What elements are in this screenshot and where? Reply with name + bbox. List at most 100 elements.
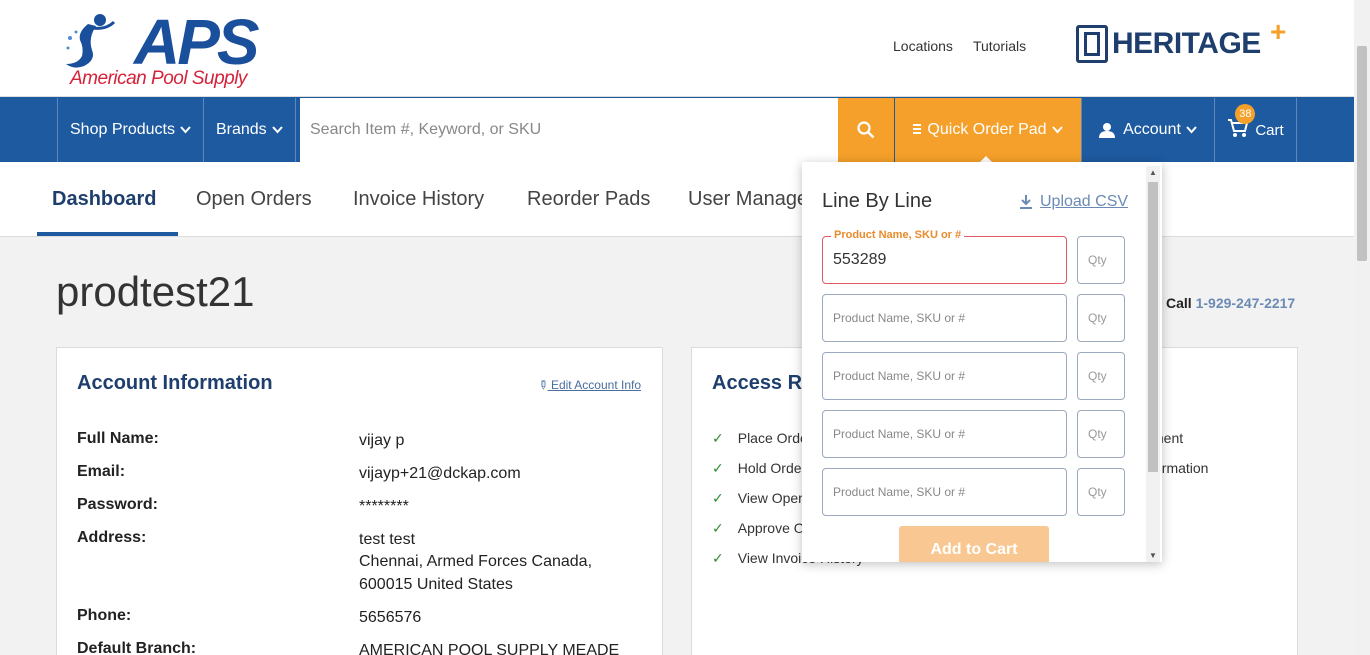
scroll-up-icon[interactable]: ▲ — [1149, 168, 1157, 177]
aps-logo-text: APS — [134, 6, 260, 78]
quick-order-pad-label: Quick Order Pad — [927, 121, 1047, 138]
main-nav: Shop Products Brands Quick Order Pad Acc… — [0, 97, 1354, 163]
info-value: vijayp+21@dckap.com — [359, 465, 521, 482]
search-button[interactable] — [838, 98, 894, 162]
tab-reorder-pads[interactable]: Reorder Pads — [527, 162, 650, 237]
chevron-down-icon — [1186, 126, 1197, 134]
info-value: test test — [359, 531, 416, 548]
chevron-down-icon — [1051, 126, 1063, 134]
page-scroll-thumb[interactable] — [1357, 46, 1367, 261]
user-icon — [1099, 123, 1116, 138]
quick-order-pad-button[interactable]: Quick Order Pad — [895, 98, 1081, 162]
check-icon: ✓ — [712, 550, 724, 566]
access-item: ✓ Place Orde — [712, 430, 808, 447]
qty-field — [1077, 294, 1125, 342]
sku-input[interactable] — [823, 237, 1066, 283]
sku-field — [822, 468, 1067, 516]
page-title: prodtest21 — [56, 268, 255, 315]
page-scrollbar[interactable] — [1354, 0, 1370, 655]
access-item-label: Approve O — [737, 520, 805, 536]
check-icon: ✓ — [712, 490, 724, 506]
info-value: AMERICAN POOL SUPPLY MEADE — [359, 642, 620, 655]
upload-csv-link[interactable]: Upload CSV — [1020, 193, 1128, 211]
sku-field-label: Product Name, SKU or # — [831, 229, 965, 241]
access-item: ✓ Hold Orde — [712, 460, 802, 477]
heritage-mark-icon — [1076, 25, 1108, 63]
sku-input[interactable] — [823, 295, 1066, 341]
qty-field — [1077, 236, 1125, 284]
info-value: vijay p — [359, 432, 405, 449]
scroll-thumb[interactable] — [1148, 182, 1158, 472]
account-menu[interactable]: Account — [1081, 98, 1214, 162]
access-item: ✓ Approve O — [712, 520, 805, 537]
check-icon: ✓ — [712, 520, 724, 536]
aps-logo[interactable]: APS American Pool Supply — [62, 8, 262, 93]
info-label: Full Name: — [77, 430, 159, 447]
info-label: Password: — [77, 496, 158, 513]
call-line: Call 1-929-247-2217 — [1166, 295, 1295, 311]
locations-link[interactable]: Locations — [893, 38, 953, 54]
search-input[interactable] — [300, 98, 838, 162]
qty-input[interactable] — [1078, 295, 1124, 341]
aps-logo-tagline: American Pool Supply — [70, 68, 247, 89]
cart-count-badge: 38 — [1235, 104, 1256, 124]
edit-account-info-link[interactable]: ✎ Edit Account Info — [534, 376, 641, 393]
pencil-icon: ✎ — [534, 376, 552, 394]
call-label: Call — [1166, 295, 1192, 311]
qty-field — [1077, 410, 1125, 458]
active-tab-indicator — [37, 232, 178, 236]
edit-account-info-label: Edit Account Info — [550, 378, 641, 392]
info-label: Address: — [77, 529, 147, 546]
plus-icon: + — [1270, 16, 1287, 47]
search-icon — [857, 121, 875, 139]
qty-input[interactable] — [1078, 469, 1124, 515]
add-to-cart-button[interactable]: Add to Cart — [899, 526, 1049, 562]
access-item-label: Place Orde — [737, 430, 808, 446]
sku-field — [822, 410, 1067, 458]
check-icon: ✓ — [712, 460, 724, 476]
brands-menu[interactable]: Brands — [202, 98, 296, 162]
sku-input[interactable] — [823, 469, 1066, 515]
qty-input[interactable] — [1078, 237, 1124, 283]
card-title: Account Information — [77, 372, 273, 394]
info-value: 5656576 — [359, 609, 422, 626]
heritage-logo[interactable]: HERITAGE + — [1076, 16, 1286, 64]
cart-label: Cart — [1255, 121, 1284, 139]
check-icon: ✓ — [712, 430, 724, 446]
download-icon — [1020, 195, 1032, 209]
upload-csv-label: Upload CSV — [1040, 193, 1129, 210]
access-item-label: View Oper — [737, 490, 803, 506]
card-title: Access Ri — [712, 372, 808, 394]
sku-field — [822, 294, 1067, 342]
tab-invoice-history[interactable]: Invoice History — [353, 162, 484, 237]
sku-field — [822, 352, 1067, 400]
access-item-label: Hold Orde — [737, 460, 802, 476]
top-header: APS American Pool Supply Locations Tutor… — [0, 0, 1354, 97]
scroll-down-icon[interactable]: ▼ — [1149, 551, 1157, 560]
tab-open-orders[interactable]: Open Orders — [196, 162, 312, 237]
account-label: Account — [1123, 121, 1181, 138]
account-information-card: Account Information ✎ Edit Account Info … — [56, 347, 663, 655]
qty-input[interactable] — [1078, 353, 1124, 399]
tab-dashboard[interactable]: Dashboard — [52, 162, 156, 237]
chevron-down-icon — [271, 126, 283, 134]
qty-field — [1077, 352, 1125, 400]
cart-icon-wrap: 38 — [1227, 104, 1256, 142]
phone-link[interactable]: 1-929-247-2217 — [1196, 295, 1296, 311]
tutorials-link[interactable]: Tutorials — [973, 38, 1026, 54]
sku-input[interactable] — [823, 411, 1066, 457]
chevron-down-icon — [180, 126, 191, 134]
cart-button[interactable]: 38 Cart — [1214, 98, 1297, 162]
tab-user-management[interactable]: User Manage — [688, 162, 808, 237]
search-box — [300, 98, 838, 162]
qop-title: Line By Line — [822, 190, 933, 212]
access-item: ✓ View Oper — [712, 490, 803, 507]
quick-order-pad-dropdown: Line By Line Upload CSV Product Name, SK… — [802, 162, 1162, 562]
shop-products-label: Shop Products — [70, 121, 175, 138]
qty-input[interactable] — [1078, 411, 1124, 457]
sku-input[interactable] — [823, 353, 1066, 399]
shop-products-menu[interactable]: Shop Products — [57, 98, 203, 162]
info-value: 600015 United States — [359, 576, 513, 593]
list-icon — [913, 124, 922, 134]
dropdown-scrollbar[interactable]: ▲ ▼ — [1146, 166, 1160, 562]
